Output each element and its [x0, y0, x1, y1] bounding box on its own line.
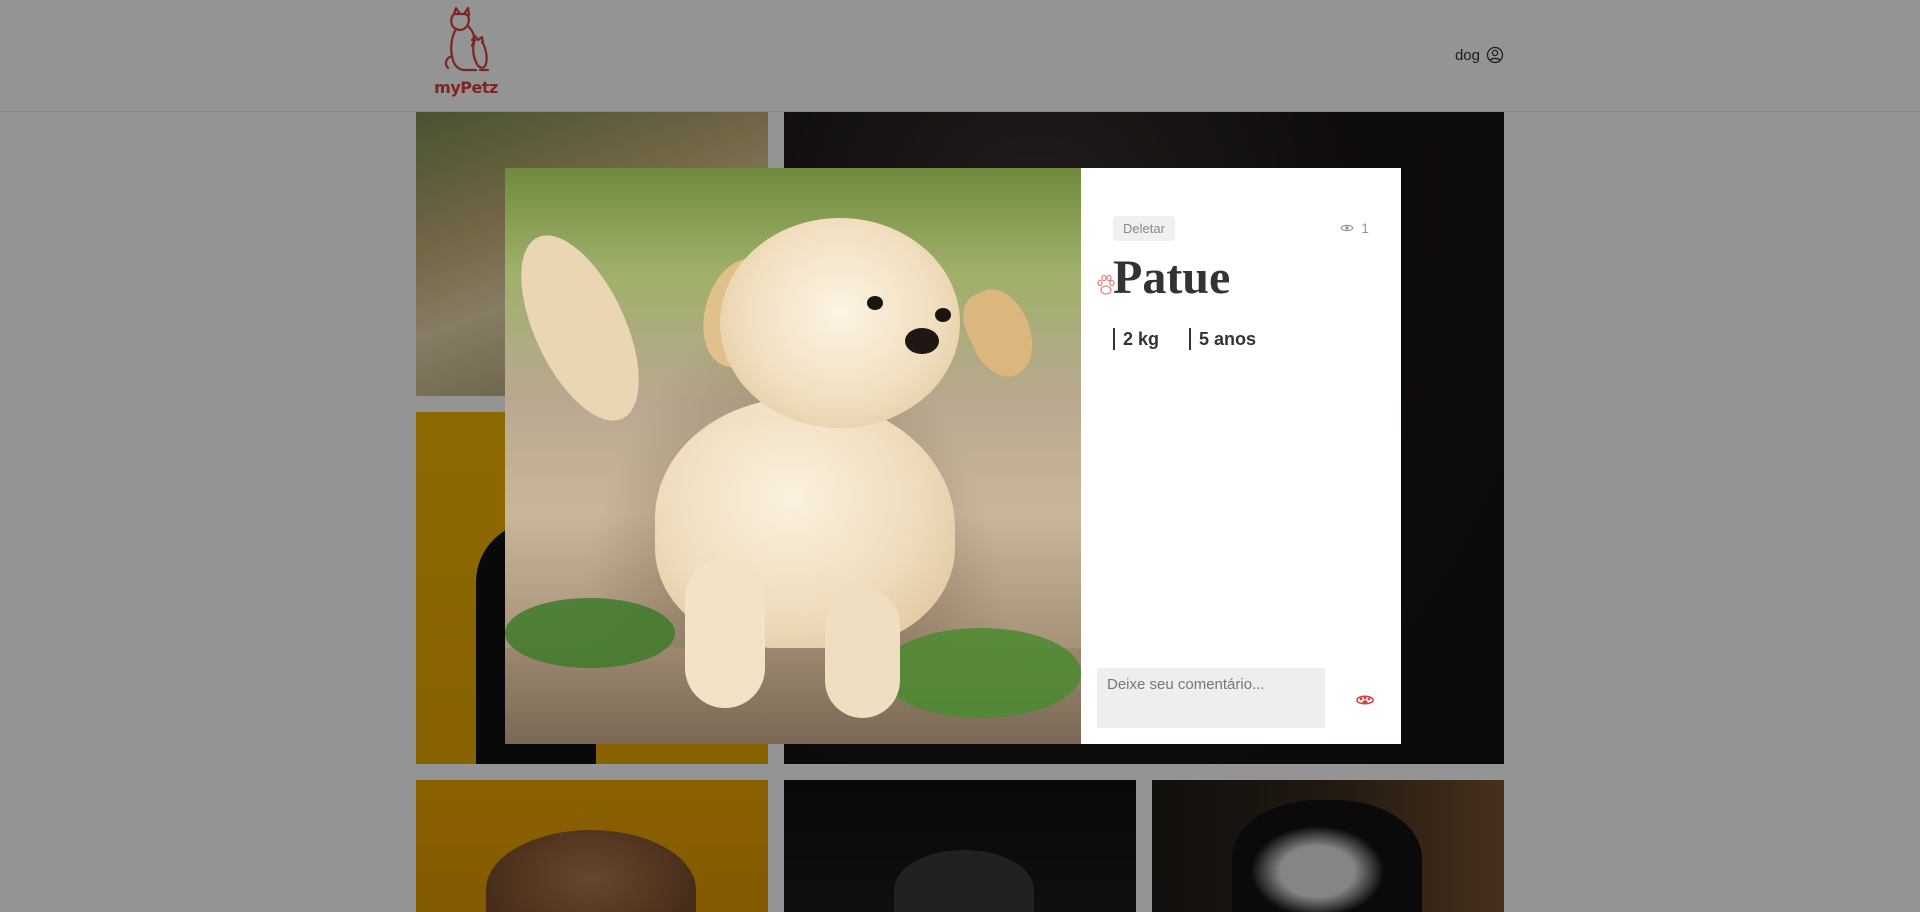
comment-form [1097, 668, 1385, 728]
puppy-tail [505, 218, 664, 438]
puppy-nose [905, 328, 939, 354]
photo-details-panel: Deletar 1 Patue 2 kg 5 anos Deixe seu co… [1081, 168, 1401, 744]
puppy-head [720, 218, 960, 428]
pet-photo [505, 168, 1081, 744]
puppy-leg [825, 588, 900, 718]
paw-icon [1356, 694, 1374, 705]
photo-grass [881, 628, 1081, 718]
view-count-value: 1 [1361, 220, 1369, 236]
eye-icon [1340, 220, 1354, 236]
pet-attributes: 2 kg 5 anos [1113, 328, 1256, 350]
send-comment-button[interactable] [1345, 682, 1385, 714]
puppy-ear [953, 279, 1047, 387]
puppy-eye [867, 296, 883, 310]
view-count: 1 [1340, 220, 1369, 236]
photo-modal: Deletar 1 Patue 2 kg 5 anos Deixe seu co… [505, 168, 1401, 744]
delete-button[interactable]: Deletar [1113, 216, 1175, 241]
modal-overlay[interactable]: Deletar 1 Patue 2 kg 5 anos Deixe seu co… [0, 0, 1920, 912]
puppy-leg [685, 558, 765, 708]
puppy-eye [935, 308, 951, 322]
comment-input[interactable] [1097, 668, 1325, 728]
pet-weight: 2 kg [1113, 328, 1159, 350]
pet-age: 5 anos [1189, 328, 1256, 350]
pet-name: Patue [1113, 251, 1231, 304]
photo-grass [505, 598, 675, 668]
